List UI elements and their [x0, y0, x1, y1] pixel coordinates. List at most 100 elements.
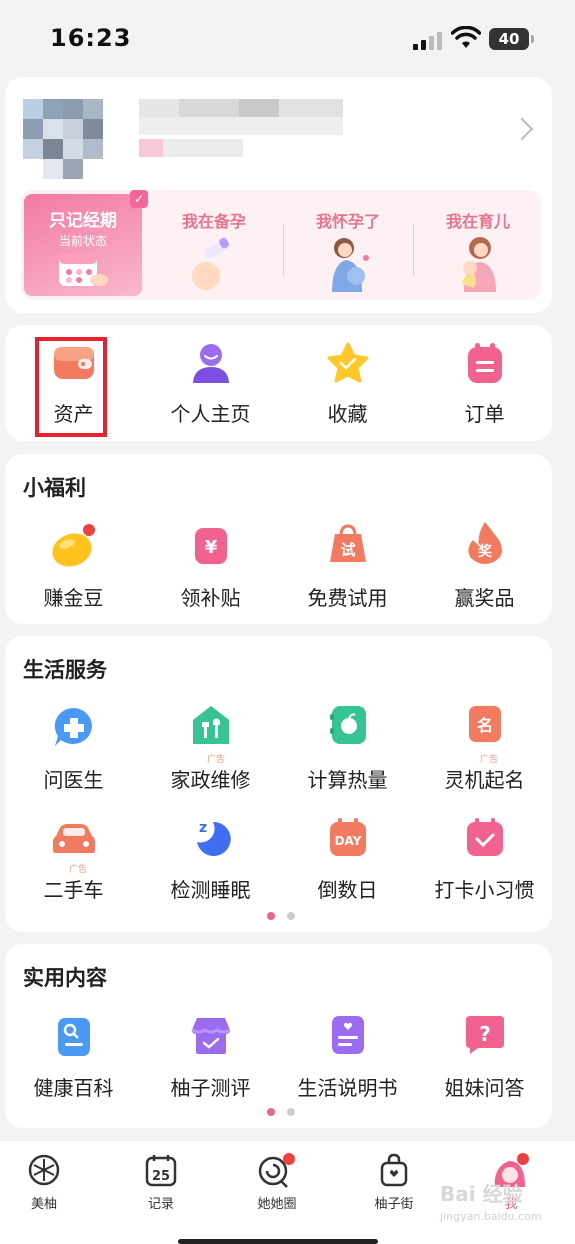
- stage-parenting-label: 我在育儿: [445, 212, 510, 231]
- chevron-right-icon[interactable]: [510, 117, 534, 141]
- svg-text:z: z: [199, 820, 207, 836]
- orders-button[interactable]: 订单: [416, 325, 553, 441]
- welfare-card: 小福利 赚金豆 ¥ 领补贴 试 免费试用 奖 赢奖品: [5, 454, 552, 624]
- qa-icon: ?: [465, 1016, 504, 1054]
- profile-card: 只记经期 当前状态 ✓ 我在备孕 我怀孕了 我在育儿: [5, 77, 552, 313]
- shopping-bag-icon: [380, 1153, 408, 1187]
- encyclopedia-icon: [57, 1018, 90, 1056]
- stage-pregnant-label: 我怀孕了: [315, 212, 380, 231]
- page-indicator: [267, 912, 297, 920]
- habit-check-in-label: 打卡小习惯: [434, 878, 535, 902]
- home-repair-label: 家政维修: [170, 768, 251, 792]
- lollipop-icon: [258, 1153, 295, 1188]
- home-indicator: [178, 1239, 378, 1244]
- stage-period-label: 只记经期: [49, 211, 117, 231]
- subsidy-icon: ¥: [194, 528, 227, 564]
- check-in-icon: [466, 818, 503, 856]
- svg-text:25: 25: [152, 1169, 170, 1184]
- life-stage-selector: 只记经期 当前状态 ✓ 我在备孕 我怀孕了 我在育儿: [21, 190, 541, 300]
- status-bar: 16:23 40: [0, 0, 575, 72]
- free-trial-button[interactable]: 试 免费试用: [279, 518, 416, 610]
- pomelo-icon: [28, 1154, 60, 1186]
- naming-icon: 名: [468, 706, 501, 742]
- tab-circle-label: 她她圈: [257, 1197, 297, 1212]
- orders-label: 订单: [464, 402, 505, 426]
- practical-content-title: 实用内容: [23, 966, 107, 990]
- win-prize-button[interactable]: 奖 赢奖品: [416, 518, 553, 610]
- win-prize-label: 赢奖品: [454, 586, 515, 610]
- sister-qa-button[interactable]: ? 姐妹问答: [416, 1008, 553, 1100]
- naming-label: 灵机起名: [444, 768, 525, 792]
- svg-text:?: ?: [479, 1022, 491, 1046]
- manual-icon: [331, 1016, 364, 1054]
- calorie-label: 计算热量: [307, 768, 388, 792]
- profile-page-button[interactable]: 个人主页: [142, 325, 279, 441]
- subsidy-button[interactable]: ¥ 领补贴: [142, 518, 279, 610]
- review-button[interactable]: 柚子测评: [142, 1008, 279, 1100]
- countdown-icon: DAY: [329, 818, 366, 856]
- favorites-button[interactable]: 收藏: [279, 325, 416, 441]
- svg-text:名: 名: [476, 716, 492, 735]
- earn-beans-label: 赚金豆: [43, 586, 104, 610]
- svg-text:试: 试: [340, 541, 355, 559]
- clock: 16:23: [50, 24, 132, 52]
- health-wiki-label: 健康百科: [33, 1076, 114, 1100]
- highlight-box: [35, 337, 107, 437]
- ask-doctor-button[interactable]: 问医生: [5, 700, 142, 792]
- watermark-url: jingyan.baidu.com: [440, 1210, 542, 1223]
- avatar[interactable]: [23, 99, 103, 179]
- car-icon: [52, 824, 95, 853]
- watermark: Bai 经验: [440, 1182, 523, 1206]
- calendar-icon: 25: [145, 1155, 177, 1187]
- calorie-button[interactable]: 计算热量: [279, 700, 416, 792]
- habit-check-in-button[interactable]: 打卡小习惯: [416, 812, 553, 902]
- svg-text:奖: 奖: [478, 543, 493, 560]
- life-services-title: 生活服务: [23, 658, 107, 682]
- username-blurred[interactable]: [139, 99, 349, 163]
- review-icon: [190, 1018, 231, 1054]
- earn-beans-button[interactable]: 赚金豆: [5, 518, 142, 610]
- home-repair-button[interactable]: 广告 家政维修: [142, 700, 279, 792]
- naming-button[interactable]: 名 广告 灵机起名: [416, 700, 553, 792]
- wifi-icon: [451, 26, 481, 48]
- pregnant-woman-illustration-icon: [332, 238, 369, 292]
- tab-shop-label: 柚子街: [374, 1197, 414, 1212]
- countdown-label: 倒数日: [317, 878, 378, 902]
- svg-text:¥: ¥: [204, 537, 217, 558]
- svg-text:DAY: DAY: [334, 834, 361, 848]
- stage-parenting[interactable]: 我在育儿: [413, 190, 543, 300]
- favorites-label: 收藏: [327, 402, 368, 426]
- stage-period[interactable]: 只记经期 当前状态 ✓: [24, 190, 148, 296]
- pregnancy-test-illustration-icon: [192, 237, 230, 290]
- life-manual-label: 生活说明书: [297, 1076, 398, 1100]
- doctor-chat-icon: [54, 707, 92, 746]
- person-icon: [192, 344, 229, 383]
- used-car-label: 二手车: [43, 878, 104, 902]
- stage-preparing[interactable]: 我在备孕: [149, 190, 279, 300]
- ask-doctor-label: 问医生: [43, 768, 104, 792]
- sister-qa-label: 姐妹问答: [444, 1076, 525, 1100]
- free-trial-label: 免费试用: [307, 586, 388, 610]
- life-services-card: 生活服务 问医生 广告 家政维修 计算热量 名 广告 灵机起名 广告 二手车 z…: [5, 636, 552, 932]
- welfare-title: 小福利: [23, 476, 86, 500]
- life-manual-button[interactable]: 生活说明书: [279, 1008, 416, 1100]
- health-wiki-button[interactable]: 健康百科: [5, 1008, 142, 1100]
- profile-page-label: 个人主页: [170, 402, 251, 426]
- countdown-button[interactable]: DAY 倒数日: [279, 812, 416, 902]
- calendar-illustration-icon: [59, 254, 108, 286]
- order-icon: [467, 343, 502, 383]
- stage-pregnant[interactable]: 我怀孕了: [283, 190, 413, 300]
- used-car-button[interactable]: 广告 二手车: [5, 812, 142, 902]
- prize-icon: 奖: [467, 522, 502, 564]
- trial-icon: 试: [329, 524, 366, 562]
- subsidy-label: 领补贴: [180, 586, 241, 610]
- tab-meiyou-label: 美柚: [30, 1197, 57, 1212]
- star-icon: [327, 342, 368, 383]
- review-label: 柚子测评: [170, 1076, 251, 1100]
- practical-content-card: 实用内容 健康百科 柚子测评 生活说明书 ? 姐妹问答: [5, 944, 552, 1128]
- sleep-check-label: 检测睡眠: [170, 878, 251, 902]
- gold-bean-icon: [51, 524, 95, 567]
- check-icon: ✓: [130, 190, 148, 208]
- sleep-check-button[interactable]: z 检测睡眠: [142, 812, 279, 902]
- sleep-icon: z: [196, 820, 231, 856]
